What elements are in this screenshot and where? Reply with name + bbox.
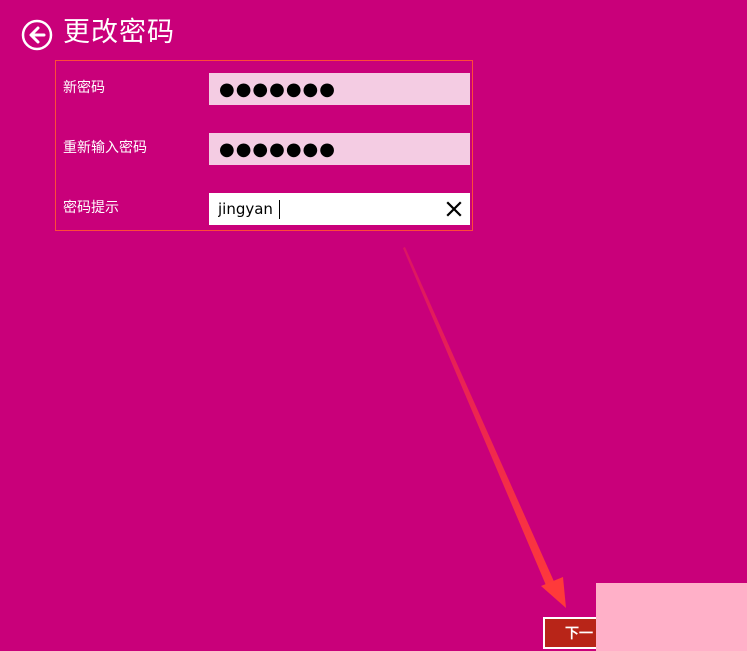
- password-hint-field[interactable]: [209, 193, 434, 225]
- confirm-password-field[interactable]: [209, 133, 470, 165]
- pink-overlay-panel: [596, 583, 747, 651]
- page-title: 更改密码: [63, 17, 175, 48]
- confirm-password-label: 重新输入密码: [63, 140, 147, 156]
- password-hint-box: [209, 193, 470, 225]
- back-arrow-circle-icon: [21, 19, 53, 51]
- new-password-field[interactable]: [209, 73, 470, 105]
- new-password-label: 新密码: [63, 80, 105, 96]
- close-icon: [446, 201, 462, 217]
- back-button[interactable]: [21, 19, 53, 51]
- text-caret: [279, 200, 280, 219]
- clear-button[interactable]: [446, 201, 462, 217]
- password-hint-label: 密码提示: [63, 200, 119, 216]
